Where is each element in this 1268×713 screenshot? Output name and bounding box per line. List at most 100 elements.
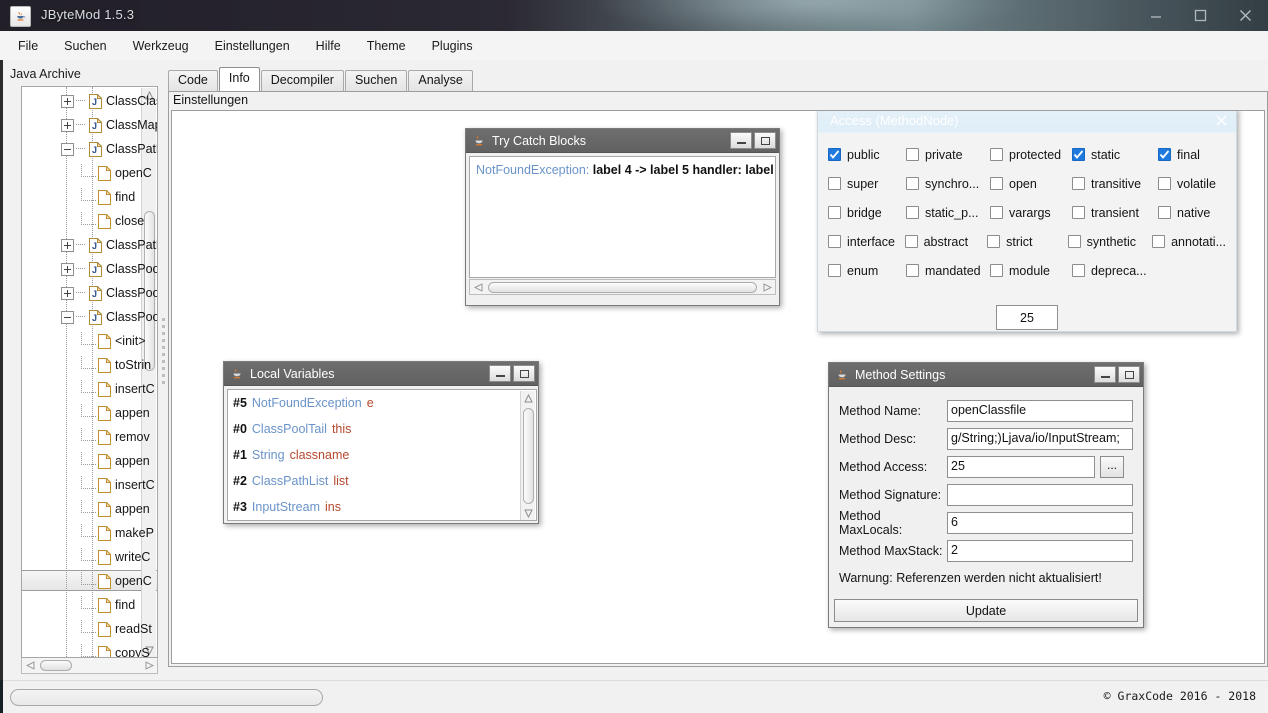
access-checkbox-static_p[interactable]: static_p... <box>906 206 990 220</box>
pane-splitter[interactable] <box>158 60 168 674</box>
tree-item-classpoolt-9[interactable]: J ClassPoolT <box>22 305 157 329</box>
scroll-left-icon[interactable] <box>470 282 486 292</box>
scroll-left-icon[interactable] <box>22 659 38 673</box>
tree-item-classpoolc-8[interactable]: J ClassPool.c <box>22 281 157 305</box>
maximize-icon[interactable] <box>513 365 535 382</box>
tree-item-insertc-12[interactable]: insertC <box>22 377 157 401</box>
method-maxstack-input[interactable]: 2 <box>947 540 1133 562</box>
tree-item-makep-18[interactable]: makeP <box>22 521 157 545</box>
maximize-icon[interactable] <box>754 132 776 149</box>
access-checkbox-bridge[interactable]: bridge <box>828 206 906 220</box>
tree-hscroll-thumb[interactable] <box>40 660 72 671</box>
checkbox-unchecked-icon[interactable] <box>1158 177 1171 190</box>
checkbox-unchecked-icon[interactable] <box>906 148 919 161</box>
tree-item-appen-13[interactable]: appen <box>22 401 157 425</box>
access-checkbox-synchro[interactable]: synchro... <box>906 177 990 191</box>
access-checkbox-interface[interactable]: interface <box>828 235 905 249</box>
method-desc-input[interactable]: g/String;)Ljava/io/InputStream; <box>947 428 1133 450</box>
checkbox-checked-icon[interactable] <box>1072 148 1085 161</box>
try-catch-blocks-frame[interactable]: Try Catch Blocks NotFoundException: labe… <box>465 128 780 306</box>
local-variable-row[interactable]: #3 InputStream ins <box>228 494 536 520</box>
menu-file[interactable]: File <box>6 35 50 57</box>
checkbox-unchecked-icon[interactable] <box>906 206 919 219</box>
tab-suchen[interactable]: Suchen <box>344 70 408 91</box>
checkbox-unchecked-icon[interactable] <box>990 264 1003 277</box>
access-checkbox-module[interactable]: module <box>990 264 1072 278</box>
checkbox-unchecked-icon[interactable] <box>906 177 919 190</box>
tree-item-classpool-7[interactable]: J ClassPool$ <box>22 257 157 281</box>
tree-item-init-10[interactable]: <init> <box>22 329 157 353</box>
access-checkbox-open[interactable]: open <box>990 177 1072 191</box>
tree-horizontal-scrollbar[interactable] <box>21 658 158 674</box>
tree-expand-icon[interactable] <box>61 286 74 300</box>
access-checkbox-transient[interactable]: transient <box>1072 206 1158 220</box>
method-access-input[interactable]: 25 <box>947 456 1095 478</box>
tree-expand-icon[interactable] <box>61 94 74 108</box>
local-variable-row[interactable]: #5 NotFoundException e <box>228 390 536 416</box>
scroll-right-icon[interactable] <box>141 659 157 673</box>
tree-item-find-21[interactable]: find <box>22 593 157 617</box>
tree-item-find-4[interactable]: find <box>22 185 157 209</box>
checkbox-checked-icon[interactable] <box>1158 148 1171 161</box>
local-variables-frame[interactable]: Local Variables #5 NotFoundException e #0 Cl… <box>223 361 539 524</box>
checkbox-unchecked-icon[interactable] <box>1067 235 1081 248</box>
checkbox-unchecked-icon[interactable] <box>990 177 1003 190</box>
checkbox-unchecked-icon[interactable] <box>906 264 919 277</box>
archive-tree[interactable]: J ClassClassP J ClassMap.c J ClassPath. openC f… <box>22 87 157 657</box>
splitter-grip[interactable] <box>162 318 165 388</box>
local-variable-row[interactable]: #2 ClassPathList list <box>228 468 536 494</box>
tree-expand-icon[interactable] <box>61 238 74 252</box>
minimize-icon[interactable] <box>1094 366 1116 383</box>
tree-item-remov-14[interactable]: remov <box>22 425 157 449</box>
menu-suchen[interactable]: Suchen <box>52 35 118 57</box>
close-icon[interactable] <box>1223 0 1268 31</box>
tree-item-classpath-2[interactable]: J ClassPath. <box>22 137 157 161</box>
scroll-up-icon[interactable] <box>521 391 536 406</box>
access-checkbox-super[interactable]: super <box>828 177 906 191</box>
tab-decompiler[interactable]: Decompiler <box>260 70 344 91</box>
tab-info[interactable]: Info <box>218 67 260 91</box>
access-checkbox-static[interactable]: static <box>1072 148 1158 162</box>
checkbox-unchecked-icon[interactable] <box>990 206 1003 219</box>
method-name-input[interactable]: openClassfile <box>947 400 1133 422</box>
checkbox-unchecked-icon[interactable] <box>1072 206 1085 219</box>
local-variable-row[interactable]: #1 String classname <box>228 442 536 468</box>
try-catch-titlebar[interactable]: Try Catch Blocks <box>466 129 779 153</box>
tree-item-classclassp-0[interactable]: J ClassClassP <box>22 89 157 113</box>
checkbox-unchecked-icon[interactable] <box>1152 235 1166 248</box>
method-access-browse-button[interactable]: ... <box>1100 456 1124 478</box>
method-settings-frame[interactable]: Method Settings Method Name: openClassfi… <box>828 362 1144 628</box>
update-button[interactable]: Update <box>834 599 1138 622</box>
method-signature-input[interactable] <box>947 484 1133 506</box>
access-value-field[interactable]: 25 <box>996 305 1058 330</box>
tree-item-writec-19[interactable]: writeC <box>22 545 157 569</box>
tree-item-tostrin-11[interactable]: toStrin <box>22 353 157 377</box>
checkbox-unchecked-icon[interactable] <box>828 177 841 190</box>
access-checkbox-synthetic[interactable]: synthetic <box>1067 235 1152 249</box>
access-checkbox-mandated[interactable]: mandated <box>906 264 990 278</box>
checkbox-unchecked-icon[interactable] <box>828 235 841 248</box>
access-checkbox-strict[interactable]: strict <box>987 235 1068 249</box>
access-checkbox-abstract[interactable]: abstract <box>904 235 988 249</box>
access-checkbox-annotati[interactable]: annotati... <box>1152 235 1226 249</box>
local-variables-scroll-thumb[interactable] <box>523 408 534 504</box>
scroll-right-icon[interactable] <box>759 282 775 292</box>
method-maxlocals-input[interactable]: 6 <box>947 512 1133 534</box>
tree-item-close-5[interactable]: close <box>22 209 157 233</box>
local-variable-row[interactable]: #4NotFoundExceptionerror <box>228 520 536 521</box>
access-checkbox-depreca[interactable]: depreca... <box>1072 264 1158 278</box>
menu-hilfe[interactable]: Hilfe <box>304 35 353 57</box>
local-variables-scrollbar[interactable] <box>520 391 536 520</box>
access-checkbox-protected[interactable]: protected <box>990 148 1072 162</box>
access-checkbox-transitive[interactable]: transitive <box>1072 177 1158 191</box>
tree-item-openc-3[interactable]: openC <box>22 161 157 185</box>
scroll-down-icon[interactable] <box>521 506 536 520</box>
access-titlebar[interactable]: Access (MethodNode) <box>818 111 1236 133</box>
tab-code[interactable]: Code <box>168 70 218 91</box>
access-methodnode-frame[interactable]: Access (MethodNode) public private protect… <box>817 111 1237 332</box>
local-variable-row[interactable]: #0 ClassPoolTail this <box>228 416 536 442</box>
close-icon[interactable] <box>1206 111 1236 133</box>
tree-collapse-icon[interactable] <box>61 310 74 324</box>
menu-werkzeug[interactable]: Werkzeug <box>121 35 201 57</box>
tree-collapse-icon[interactable] <box>61 142 74 156</box>
